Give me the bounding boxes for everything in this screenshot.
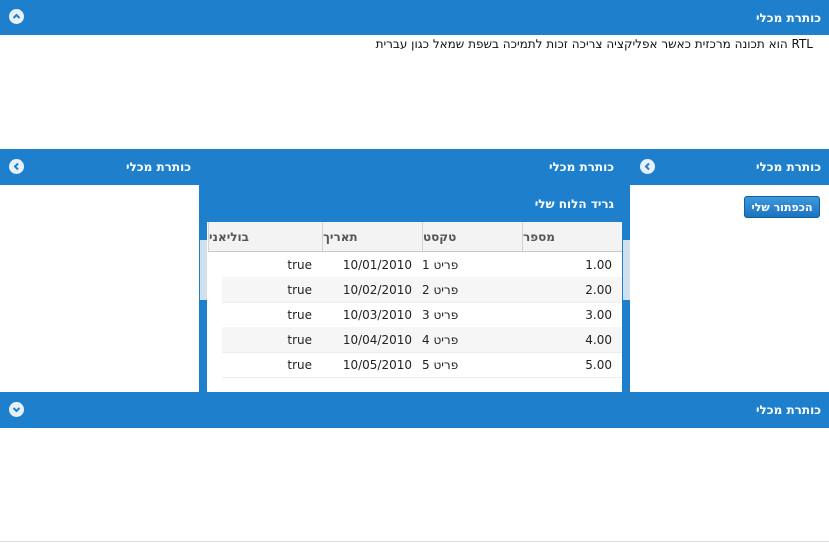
grid-title: גריד הלוח שלי	[534, 196, 614, 211]
cell-date: 10/01/2010	[342, 257, 412, 272]
right-panel-header: כותרת מכלי	[630, 149, 829, 185]
cell-text: פריט 1	[422, 257, 459, 272]
column-header-text[interactable]: טקסט	[422, 222, 522, 251]
table-row[interactable]: 5.00 פריט 5 10/05/2010 true	[222, 352, 622, 378]
my-button[interactable]: הכפתור שלי	[744, 196, 820, 218]
rtl-description-text: RTL הוא תכונה מרכזית כאשר אפליקציה צריכה…	[375, 37, 813, 51]
collapse-top-panel-button[interactable]	[9, 9, 24, 24]
cell-number: 5.00	[585, 357, 612, 372]
top-panel-header: כותרת מכלי	[0, 0, 829, 35]
collapse-left-panel-button[interactable]	[9, 159, 24, 174]
grid-column-headers: מספר טקסט תאריך בוליאני	[208, 222, 622, 252]
collapse-bottom-panel-button[interactable]	[9, 402, 24, 417]
cell-boolean: true	[287, 282, 312, 297]
table-row[interactable]: 4.00 פריט 4 10/04/2010 true	[222, 327, 622, 353]
left-panel-title: כותרת מכלי	[126, 160, 191, 174]
cell-number: 4.00	[585, 332, 612, 347]
table-row[interactable]: 3.00 פריט 3 10/03/2010 true	[222, 302, 622, 328]
chevron-left-icon	[13, 162, 19, 171]
cell-boolean: true	[287, 332, 312, 347]
cell-text: פריט 5	[422, 357, 459, 372]
right-panel-title: כותרת מכלי	[756, 160, 821, 174]
chevron-up-icon	[12, 13, 21, 19]
cell-number: 1.00	[585, 257, 612, 272]
cell-text: פריט 2	[422, 282, 459, 297]
column-header-boolean[interactable]: בוליאני	[208, 222, 322, 251]
cell-date: 10/04/2010	[342, 332, 412, 347]
cell-boolean: true	[287, 357, 312, 372]
bottom-divider	[0, 541, 829, 542]
cell-date: 10/05/2010	[342, 357, 412, 372]
cell-text: פריט 3	[422, 307, 459, 322]
left-splitter-handle[interactable]	[200, 240, 207, 300]
left-panel-header: כותרת מכלי	[0, 149, 199, 185]
chevron-left-icon	[644, 162, 650, 171]
cell-date: 10/03/2010	[342, 307, 412, 322]
cell-number: 2.00	[585, 282, 612, 297]
cell-boolean: true	[287, 257, 312, 272]
right-splitter-handle[interactable]	[623, 240, 630, 300]
chevron-down-icon	[12, 407, 21, 413]
cell-boolean: true	[287, 307, 312, 322]
bottom-panel-header: כותרת מכלי	[0, 392, 829, 428]
cell-date: 10/02/2010	[342, 282, 412, 297]
grid-header: גריד הלוח שלי	[207, 185, 622, 222]
column-header-date[interactable]: תאריך	[322, 222, 422, 251]
center-panel-header: כותרת מכלי	[207, 149, 622, 185]
cell-text: פריט 4	[422, 332, 459, 347]
bottom-panel-title: כותרת מכלי	[756, 403, 821, 417]
table-row[interactable]: 2.00 פריט 2 10/02/2010 true	[222, 277, 622, 303]
collapse-right-panel-button[interactable]	[640, 159, 655, 174]
cell-number: 3.00	[585, 307, 612, 322]
column-header-number[interactable]: מספר	[522, 222, 622, 251]
center-panel-title: כותרת מכלי	[549, 160, 614, 174]
top-panel-title: כותרת מכלי	[756, 10, 821, 25]
table-row[interactable]: 1.00 פריט 1 10/01/2010 true	[222, 252, 622, 278]
